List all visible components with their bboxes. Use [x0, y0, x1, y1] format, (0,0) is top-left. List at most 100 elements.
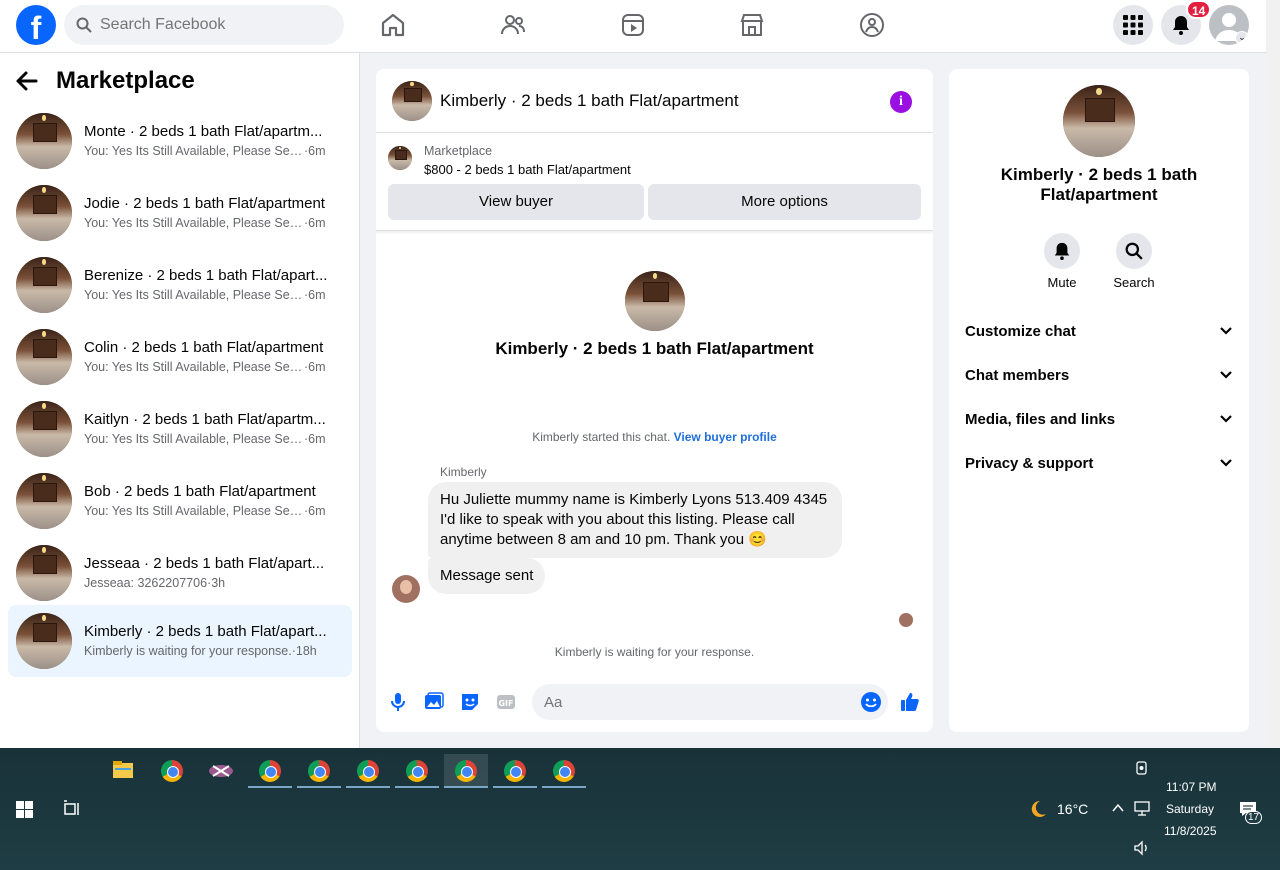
conversation-preview: You: Yes Its Still Available, Please Sen…: [84, 144, 304, 158]
bell-icon: [1173, 16, 1189, 35]
microphone-icon[interactable]: [387, 691, 409, 713]
chevron-down-icon: [1220, 415, 1232, 423]
sender-avatar[interactable]: [392, 575, 420, 603]
network-icon[interactable]: [1133, 800, 1151, 816]
conversation-preview: You: Yes Its Still Available, Please Sen…: [84, 432, 304, 446]
friends-icon[interactable]: [500, 12, 526, 38]
section-chat-members[interactable]: Chat members: [965, 357, 1233, 393]
page-scrollbar[interactable]: [1266, 0, 1280, 748]
seen-indicator-avatar: [899, 613, 913, 627]
search-icon: [1125, 242, 1143, 260]
section-label: Customize chat: [965, 322, 1076, 340]
mute-label: Mute: [1047, 275, 1077, 290]
conversation-preview: You: Yes Its Still Available, Please Sen…: [84, 216, 304, 230]
more-options-button[interactable]: More options: [648, 184, 921, 220]
chrome-icon[interactable]: [150, 754, 194, 788]
gif-icon[interactable]: GIF: [495, 691, 517, 713]
chat-details-panel: Kimberly · 2 beds 1 bath Flat/apartment …: [949, 69, 1249, 732]
chat-header: Kimberly · 2 beds 1 bath Flat/apartment …: [376, 69, 933, 133]
conversation-title: Bob · 2 beds 1 bath Flat/apartment: [84, 483, 316, 500]
task-view-icon[interactable]: [63, 800, 81, 818]
weather-temperature[interactable]: 16°C: [1057, 801, 1088, 817]
view-buyer-button[interactable]: View buyer: [388, 184, 644, 220]
clock-day[interactable]: Saturday: [1166, 802, 1214, 816]
conversation-item[interactable]: Jodie · 2 beds 1 bath Flat/apartment You:…: [8, 177, 352, 249]
listing-banner: Marketplace $800 - 2 beds 1 bath Flat/ap…: [376, 134, 933, 231]
conversation-title: Colin · 2 beds 1 bath Flat/apartment: [84, 339, 324, 356]
sidebar-title: Marketplace: [56, 67, 195, 94]
details-avatar: [1063, 85, 1135, 157]
chat-avatar[interactable]: [392, 80, 432, 121]
account-chevron-icon[interactable]: ⌄: [1235, 31, 1249, 45]
snipping-tool-icon[interactable]: [199, 754, 243, 788]
search-input[interactable]: [100, 16, 300, 34]
volume-icon[interactable]: [1133, 840, 1151, 856]
back-arrow-icon[interactable]: [16, 71, 38, 91]
section-media-files-links[interactable]: Media, files and links: [965, 401, 1233, 437]
thumbs-up-icon[interactable]: [899, 691, 921, 713]
menu-grid-button[interactable]: [1113, 5, 1153, 45]
conversation-item[interactable]: Jesseaa · 2 beds 1 bath Flat/apart... Jes…: [8, 537, 352, 609]
conversation-item[interactable]: Berenize · 2 beds 1 bath Flat/apart... Yo…: [8, 249, 352, 321]
conversation-item[interactable]: Monte · 2 beds 1 bath Flat/apartm... You:…: [8, 105, 352, 177]
conversation-time: ·6m: [304, 432, 326, 446]
chat-panel: Kimberly · 2 beds 1 bath Flat/apartment …: [376, 69, 933, 732]
conversation-preview: Jesseaa: 3262207706: [84, 576, 208, 590]
listing-title[interactable]: $800 - 2 beds 1 bath Flat/apartment: [424, 162, 631, 177]
chevron-up-icon[interactable]: [1111, 802, 1125, 814]
message-bubble[interactable]: Message sent: [428, 558, 546, 594]
section-privacy-support[interactable]: Privacy & support: [965, 445, 1233, 481]
chrome-profile-icon[interactable]: [248, 754, 292, 788]
info-icon[interactable]: i: [890, 91, 912, 113]
message-input[interactable]: [532, 684, 888, 720]
facebook-logo[interactable]: f: [16, 5, 56, 45]
clock-date[interactable]: 11/8/2025: [1164, 824, 1217, 838]
search-box[interactable]: [64, 5, 344, 45]
emoji-icon[interactable]: [860, 691, 882, 713]
chrome-profile-icon-active[interactable]: [444, 754, 488, 788]
chrome-profile-icon[interactable]: [395, 754, 439, 788]
chrome-profile-icon[interactable]: [542, 754, 586, 788]
profile-avatar[interactable]: ⌄: [1209, 5, 1249, 45]
marketplace-icon[interactable]: [739, 12, 765, 38]
groups-icon[interactable]: [859, 12, 885, 38]
listing-thumbnail: [16, 113, 72, 169]
listing-thumbnail: [16, 329, 72, 385]
message-bubble[interactable]: Hu Juliette mummy name is Kimberly Lyons…: [428, 482, 842, 558]
conversation-time: ·6m: [304, 216, 326, 230]
conversation-preview: You: Yes Its Still Available, Please Sen…: [84, 360, 304, 374]
chat-title[interactable]: Kimberly · 2 beds 1 bath Flat/apartment: [440, 91, 739, 111]
section-label: Media, files and links: [965, 410, 1116, 428]
search-icon: [76, 17, 92, 33]
mute-button[interactable]: Mute: [1032, 233, 1092, 290]
chrome-profile-icon[interactable]: [297, 754, 341, 788]
meet-now-icon[interactable]: [1134, 760, 1150, 776]
action-center-badge: 17: [1245, 811, 1262, 824]
conversation-item-active[interactable]: Kimberly · 2 beds 1 bath Flat/apart... Ki…: [8, 605, 352, 677]
conversation-item[interactable]: Kaitlyn · 2 beds 1 bath Flat/apartm... Yo…: [8, 393, 352, 465]
svg-text:GIF: GIF: [498, 699, 513, 708]
chrome-profile-icon[interactable]: [493, 754, 537, 788]
windows-start-icon[interactable]: [16, 801, 33, 818]
chrome-profile-icon[interactable]: [346, 754, 390, 788]
conversation-preview: You: Yes Its Still Available, Please Sen…: [84, 288, 304, 302]
photo-icon[interactable]: [423, 691, 445, 713]
sidebar-header: Marketplace: [16, 67, 195, 95]
conversation-item[interactable]: Bob · 2 beds 1 bath Flat/apartment You: Y…: [8, 465, 352, 537]
file-explorer-icon[interactable]: [101, 754, 145, 788]
section-label: Privacy & support: [965, 454, 1094, 472]
section-customize-chat[interactable]: Customize chat: [965, 313, 1233, 349]
sticker-icon[interactable]: [459, 691, 481, 713]
listing-source: Marketplace: [424, 144, 493, 158]
clock-time[interactable]: 11:07 PM: [1166, 780, 1216, 794]
view-buyer-profile-link[interactable]: View buyer profile: [674, 430, 777, 444]
listing-thumbnail: [16, 545, 72, 601]
conversation-time: ·6m: [304, 144, 326, 158]
video-icon[interactable]: [620, 12, 646, 38]
conversation-title: Jesseaa · 2 beds 1 bath Flat/apart...: [84, 555, 325, 572]
search-conversation-button[interactable]: Search: [1104, 233, 1164, 290]
listing-thumbnail[interactable]: [388, 146, 412, 170]
section-label: Chat members: [965, 366, 1070, 384]
home-icon[interactable]: [380, 12, 406, 38]
conversation-item[interactable]: Colin · 2 beds 1 bath Flat/apartment You:…: [8, 321, 352, 393]
